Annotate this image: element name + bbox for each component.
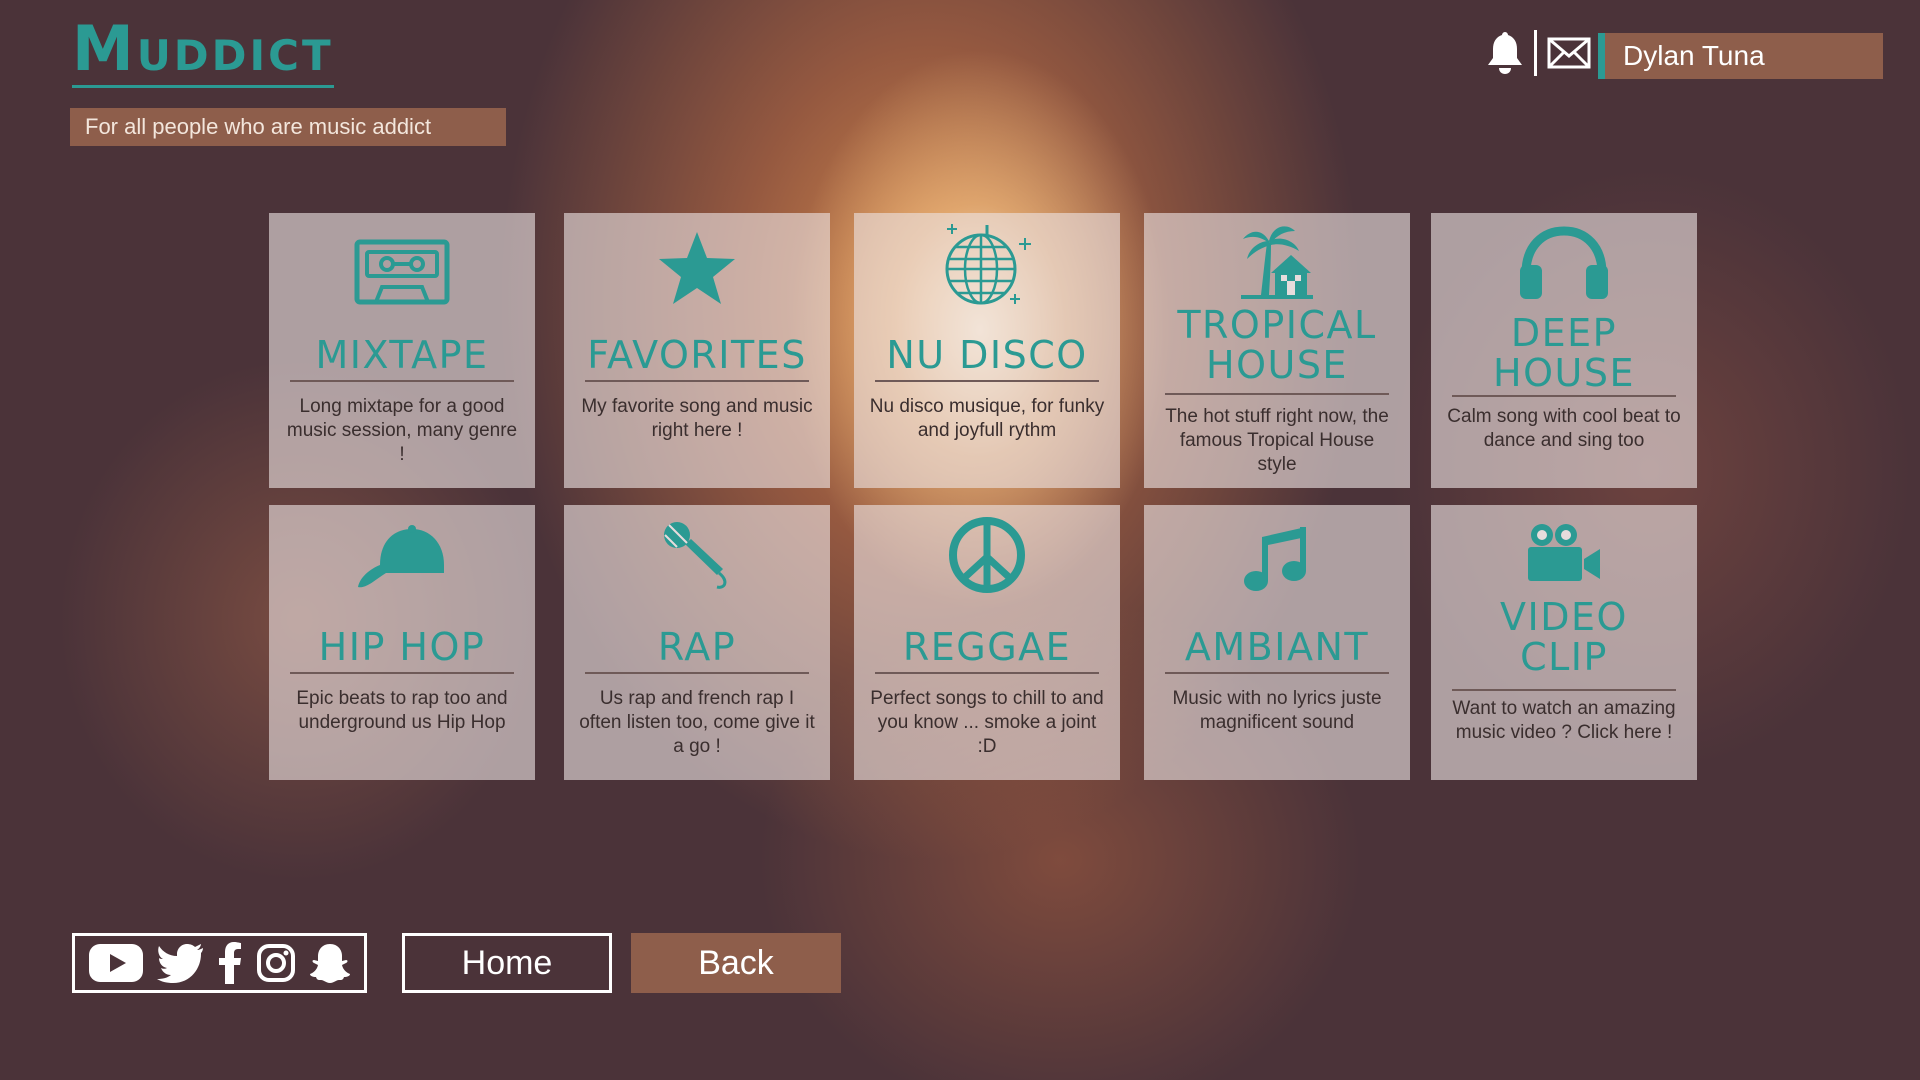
tile-title: MIXTAPE (315, 333, 489, 377)
star-icon (564, 229, 830, 307)
music-note-icon (1144, 523, 1410, 593)
facebook-icon[interactable] (218, 942, 242, 984)
logo-text: UDDICT (136, 31, 334, 80)
tagline: For all people who are music addict (70, 108, 506, 146)
topbar-icons (1486, 30, 1591, 76)
tile-title: AMBIANT (1184, 625, 1370, 669)
tile-title: HIP HOP (318, 625, 486, 669)
tile-title: NU DISCO (886, 333, 1088, 377)
tile-description: Epic beats to rap too and underground us… (296, 688, 508, 733)
home-button[interactable]: Home (402, 933, 612, 993)
tile-description: Nu disco musique, for funky and joyfull … (869, 396, 1105, 441)
tile-description: The hot stuff right now, the famous Trop… (1165, 406, 1389, 475)
tile-deep-house[interactable]: DEEP HOUSE Calm song with cool beat to d… (1431, 213, 1697, 488)
tile-divider (290, 380, 514, 382)
user-name[interactable]: Dylan Tuna (1598, 33, 1883, 79)
tile-mixtape[interactable]: MIXTAPE Long mixtape for a good music se… (269, 213, 535, 488)
tile-divider (875, 672, 1099, 674)
tile-title: VIDEO CLIP (1500, 595, 1628, 679)
video-camera-icon (1431, 521, 1697, 583)
back-button[interactable]: Back (631, 933, 841, 993)
tile-reggae[interactable]: REGGAE Perfect songs to chill to and you… (854, 505, 1120, 780)
microphone-icon (564, 519, 830, 591)
disco-ball-icon (854, 223, 1120, 309)
tile-description: My favorite song and music right here ! (581, 396, 813, 441)
tile-tropical-house[interactable]: TROPICAL HOUSE The hot stuff right now, … (1144, 213, 1410, 488)
tile-description: Long mixtape for a good music session, m… (286, 396, 518, 465)
youtube-icon[interactable] (88, 943, 144, 983)
tile-description: Music with no lyrics juste magnificent s… (1172, 688, 1382, 733)
tile-divider (1165, 672, 1389, 674)
tile-divider (585, 380, 809, 382)
tile-divider (1452, 395, 1676, 397)
tile-description: Calm song with cool beat to dance and si… (1447, 406, 1681, 451)
social-links (72, 933, 367, 993)
tile-divider (1452, 689, 1676, 691)
headphones-icon (1431, 225, 1697, 299)
mail-icon[interactable] (1547, 37, 1591, 69)
tile-video-clip[interactable]: VIDEO CLIP Want to watch an amazing musi… (1431, 505, 1697, 780)
tile-rap[interactable]: RAP Us rap and french rap I often listen… (564, 505, 830, 780)
tile-title: DEEP HOUSE (1493, 311, 1635, 395)
tile-title: TROPICAL HOUSE (1177, 303, 1377, 387)
tile-ambiant[interactable]: AMBIANT Music with no lyrics juste magni… (1144, 505, 1410, 780)
tile-title: FAVORITES (587, 333, 807, 377)
palm-house-icon (1144, 223, 1410, 299)
tile-title: REGGAE (902, 625, 1072, 669)
tile-divider (585, 672, 809, 674)
tile-favorites[interactable]: FAVORITES My favorite song and music rig… (564, 213, 830, 488)
tile-description: Us rap and french rap I often listen too… (579, 688, 815, 757)
app-logo[interactable]: MUDDICT (72, 18, 334, 88)
tile-nu-disco[interactable]: NU DISCO Nu disco musique, for funky and… (854, 213, 1120, 488)
peace-icon (854, 515, 1120, 595)
instagram-icon[interactable] (256, 943, 296, 983)
bell-icon[interactable] (1486, 30, 1524, 76)
tile-divider (290, 672, 514, 674)
cassette-icon (269, 239, 535, 305)
cap-icon (269, 521, 535, 593)
tile-title: RAP (657, 625, 737, 669)
tile-hip-hop[interactable]: HIP HOP Epic beats to rap too and underg… (269, 505, 535, 780)
twitter-icon[interactable] (157, 943, 205, 983)
header-divider (1534, 30, 1537, 76)
tile-divider (1165, 393, 1389, 395)
tile-divider (875, 380, 1099, 382)
snapchat-icon[interactable] (309, 942, 351, 984)
tile-description: Want to watch an amazing music video ? C… (1452, 698, 1676, 743)
logo-initial: M (72, 12, 137, 85)
tile-description: Perfect songs to chill to and you know .… (870, 688, 1104, 757)
